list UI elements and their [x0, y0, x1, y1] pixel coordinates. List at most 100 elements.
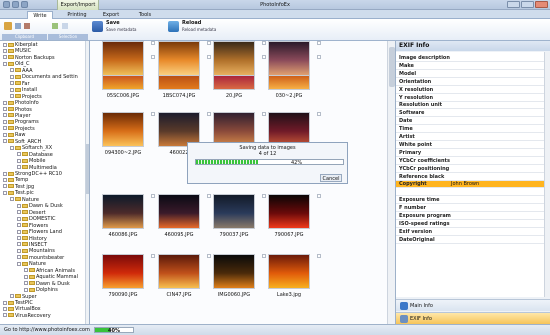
expand-icon[interactable] [3, 190, 7, 195]
expand-icon[interactable] [10, 197, 14, 202]
exif-row[interactable]: Image description [396, 55, 544, 62]
exif-row[interactable]: Model [396, 71, 544, 78]
thumbnail-checkbox[interactable] [317, 194, 321, 198]
tree-item[interactable]: Mountains [17, 248, 55, 254]
expand-icon[interactable] [3, 313, 7, 318]
tree-item[interactable]: Multimedia [17, 165, 57, 171]
tree-item[interactable]: Photos [3, 107, 32, 113]
thumbnail-checkbox[interactable] [151, 254, 155, 258]
cancel-button[interactable]: Cancel [320, 174, 342, 182]
thumbnail[interactable]: CIN47.JPG [158, 254, 212, 302]
tree-item[interactable]: Super [10, 294, 37, 300]
tree-item[interactable]: AAA [10, 68, 33, 74]
tree-item[interactable]: INSECT [17, 242, 47, 248]
tree-item[interactable]: PhotoInfo [3, 100, 39, 106]
expand-icon[interactable] [10, 87, 14, 92]
exif-row[interactable]: Primary [396, 150, 544, 157]
save-button[interactable]: Save Save metadata [92, 20, 152, 33]
exif-table[interactable]: Image description Make Model Orientation X r… [396, 52, 550, 297]
expand-icon[interactable] [10, 81, 14, 86]
exif-row[interactable]: Exposure program [396, 213, 544, 220]
expand-icon[interactable] [10, 145, 14, 150]
tree-item[interactable]: Flowers [17, 223, 48, 229]
expand-icon[interactable] [3, 300, 7, 305]
thumbnail[interactable]: 790090.JPG [102, 254, 156, 302]
exif-row[interactable] [396, 189, 544, 197]
tree-item[interactable]: DOMESTIC [17, 216, 55, 222]
expand-icon[interactable] [17, 229, 21, 234]
tab-export[interactable]: Export [98, 11, 124, 19]
thumbnail[interactable] [213, 41, 267, 89]
expand-icon[interactable] [3, 107, 7, 111]
expand-icon[interactable] [3, 100, 7, 105]
tree-item[interactable]: Old_C [3, 61, 30, 67]
tree-item[interactable]: Softarch_XX [10, 145, 52, 151]
thumbnail-checkbox[interactable] [262, 194, 266, 198]
expand-icon[interactable] [3, 55, 7, 60]
expand-icon[interactable] [17, 210, 21, 215]
expand-icon[interactable] [17, 255, 21, 260]
thumbnail-scrollbar[interactable] [387, 41, 395, 324]
panel-switch-button[interactable]: Main Info [396, 299, 550, 311]
expand-icon[interactable] [17, 152, 21, 157]
expand-icon[interactable] [10, 94, 14, 99]
exif-row[interactable]: Copyright John Brown [396, 181, 544, 189]
tree-item[interactable]: mountsbeater [17, 255, 64, 261]
tree-item[interactable]: Install [10, 87, 37, 93]
expand-icon[interactable] [10, 68, 14, 73]
expand-icon[interactable] [3, 113, 7, 118]
expand-icon[interactable] [17, 165, 21, 170]
expand-icon[interactable] [3, 126, 7, 131]
tree-item[interactable]: Test jpg [3, 184, 34, 190]
exif-scrollbar[interactable] [544, 52, 550, 297]
website-link[interactable]: Go to http://www.photoinfoex.com [4, 325, 90, 335]
reload-button[interactable]: Reload Reload metadata [168, 20, 228, 33]
expand-icon[interactable] [3, 177, 7, 182]
expand-icon[interactable] [3, 61, 7, 66]
exif-row[interactable]: YCbCr coefficients [396, 158, 544, 165]
exif-row[interactable]: Artist [396, 134, 544, 141]
tab-write[interactable]: Write [27, 11, 53, 19]
tree-item[interactable]: MUSIC [3, 48, 31, 54]
tree-item[interactable]: Nature [17, 261, 46, 267]
exif-row[interactable]: DateOriginal [396, 237, 544, 244]
expand-icon[interactable] [3, 139, 7, 144]
thumbnail[interactable]: 460095.JPG [158, 194, 212, 242]
tree-item[interactable]: Mobile [17, 158, 45, 164]
exif-row[interactable]: Resolution unit [396, 102, 544, 110]
exif-row[interactable]: YCbCr positioning [396, 166, 544, 173]
thumbnail-checkbox[interactable] [207, 254, 211, 258]
exif-row[interactable]: Date [396, 118, 544, 126]
tree-item[interactable]: Kiberplat [3, 42, 38, 48]
tree-item[interactable]: Projects [10, 94, 42, 100]
thumbnail[interactable]: 460086.JPG [102, 194, 156, 242]
close-button[interactable] [535, 1, 548, 8]
expand-icon[interactable] [24, 287, 28, 292]
thumbnail[interactable]: 790067.JPG [268, 194, 322, 242]
expand-icon[interactable] [17, 236, 21, 240]
select-all-icon[interactable] [52, 23, 58, 29]
thumbnail-checkbox[interactable] [151, 194, 155, 198]
thumbnail-checkbox[interactable] [317, 41, 321, 45]
tree-item[interactable]: Soft_ARCH [3, 139, 41, 145]
thumbnail-checkbox[interactable] [317, 112, 321, 116]
exif-row[interactable]: Exif version [396, 229, 544, 236]
tree-item[interactable]: Nature [10, 197, 39, 203]
tree-item[interactable]: StrongDC++ RC10 [3, 171, 62, 177]
thumbnail-checkbox[interactable] [262, 254, 266, 258]
tree-item[interactable]: Projects [3, 126, 35, 132]
tree-item[interactable]: African Animals [24, 268, 75, 274]
tree-item[interactable]: History [17, 236, 47, 242]
maximize-button[interactable] [521, 1, 534, 8]
tree-item[interactable]: TestPIC [3, 300, 33, 306]
expand-icon[interactable] [3, 42, 7, 47]
exif-row[interactable]: Exposure time [396, 197, 544, 205]
thumbnail-checkbox[interactable] [151, 41, 155, 45]
tree-item[interactable]: Norton Backups [3, 55, 55, 61]
expand-icon[interactable] [17, 203, 21, 208]
exif-row[interactable]: Make [396, 63, 544, 70]
expand-icon[interactable] [3, 132, 7, 137]
tree-item[interactable]: VirtualBox [3, 306, 41, 312]
expand-icon[interactable] [10, 74, 14, 79]
exif-row[interactable]: Y resolution [396, 95, 544, 102]
